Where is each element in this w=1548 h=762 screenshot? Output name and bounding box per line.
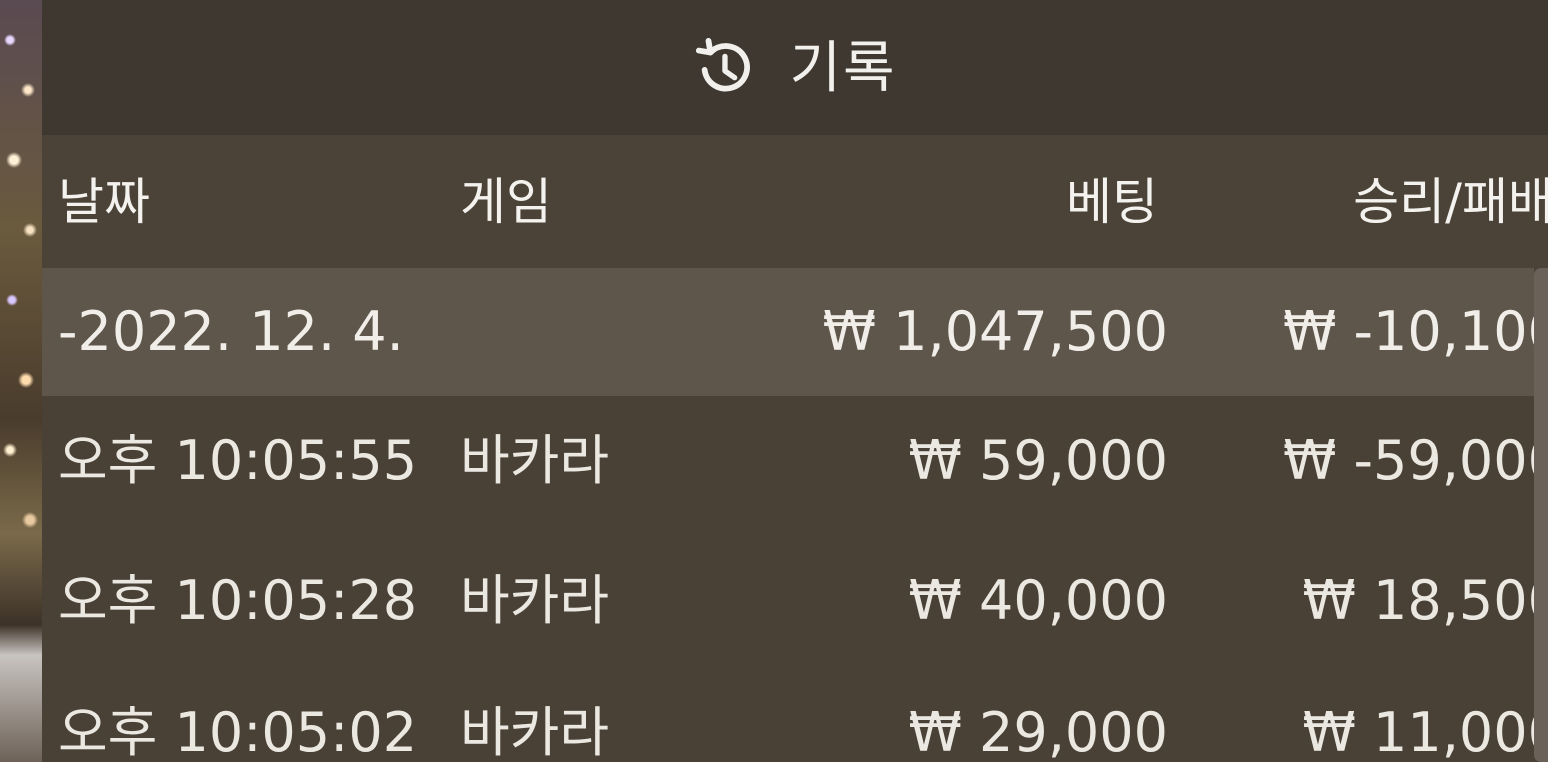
- row-bet: ₩ 29,000: [908, 701, 1168, 762]
- table-header: 날짜 게임 베팅 승리/패배: [42, 135, 1548, 268]
- row-time: 오후 10:05:55: [58, 429, 418, 492]
- date-group-label: -2022. 12. 4.: [58, 300, 404, 363]
- date-group-bet-total: ₩ 1,047,500: [822, 300, 1168, 363]
- table-row[interactable]: 오후 10:05:55 바카라 ₩ 59,000 ₩ -59,000: [42, 396, 1548, 526]
- page-title: 기록: [789, 35, 897, 101]
- row-game: 바카라: [460, 429, 610, 492]
- date-group-win-loss-total: ₩ -10,100: [1283, 300, 1548, 363]
- date-group-row[interactable]: -2022. 12. 4. ₩ 1,047,500 ₩ -10,100: [42, 268, 1548, 396]
- table-row[interactable]: 오후 10:05:02 바카라 ₩ 29,000 ₩ 11,000: [42, 668, 1548, 762]
- scrollbar[interactable]: [1534, 268, 1548, 762]
- row-bet: ₩ 40,000: [908, 569, 1168, 632]
- row-game: 바카라: [460, 701, 610, 762]
- row-win-loss: ₩ 18,500: [1302, 569, 1548, 632]
- history-icon: [693, 37, 755, 99]
- row-win-loss: ₩ -59,000: [1283, 429, 1548, 492]
- row-time: 오후 10:05:02: [58, 701, 418, 762]
- column-header-date[interactable]: 날짜: [58, 135, 150, 268]
- row-game: 바카라: [460, 569, 610, 632]
- row-bet: ₩ 59,000: [908, 429, 1168, 492]
- background-casino-blur: [0, 0, 42, 762]
- table-row[interactable]: 오후 10:05:28 바카라 ₩ 40,000 ₩ 18,500: [42, 536, 1548, 666]
- history-panel: 기록 날짜 게임 베팅 승리/패배 -2022. 12. 4. ₩ 1,047,…: [42, 0, 1548, 762]
- title-bar: 기록: [42, 0, 1548, 135]
- row-win-loss: ₩ 11,000: [1302, 701, 1548, 762]
- column-header-game[interactable]: 게임: [460, 135, 552, 268]
- column-header-bet[interactable]: 베팅: [1066, 135, 1158, 268]
- history-screen: 기록 날짜 게임 베팅 승리/패배 -2022. 12. 4. ₩ 1,047,…: [0, 0, 1548, 762]
- column-header-win-loss[interactable]: 승리/패배: [1353, 135, 1548, 268]
- row-time: 오후 10:05:28: [58, 569, 418, 632]
